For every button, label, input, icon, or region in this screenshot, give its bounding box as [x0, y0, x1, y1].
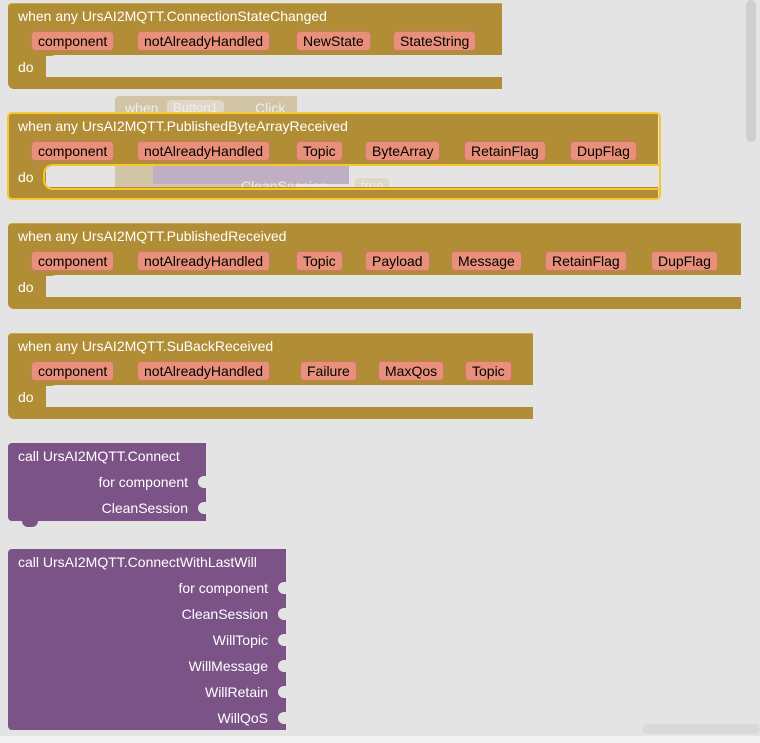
arg-will-topic: WillTopic	[212, 632, 268, 648]
arg-socket-clean-session[interactable]	[198, 502, 206, 514]
blocks-workspace[interactable]: when Button1 Click CleanSession true whe…	[0, 0, 760, 743]
arg-socket-clean-session[interactable]	[278, 608, 286, 620]
arg-will-qos: WillQoS	[217, 710, 268, 726]
horizontal-scrollbar[interactable]	[642, 724, 760, 734]
arg-socket-will-topic[interactable]	[278, 634, 286, 646]
param-not-already-handled[interactable]: notAlreadyHandled	[137, 361, 271, 381]
arg-socket-will-qos[interactable]	[278, 712, 286, 724]
param-component[interactable]: component	[31, 141, 115, 161]
workspace-bottom-edge	[0, 736, 760, 743]
param-max-qos[interactable]: MaxQos	[378, 361, 445, 381]
param-failure[interactable]: Failure	[300, 361, 357, 381]
param-dup-flag[interactable]: DupFlag	[651, 251, 718, 271]
param-payload[interactable]: Payload	[365, 251, 430, 271]
vertical-scrollbar[interactable]	[746, 0, 756, 142]
do-statement-slot[interactable]	[46, 165, 658, 187]
call-title: call UrsAI2MQTT.Connect	[18, 448, 180, 464]
arg-for-component: for component	[98, 474, 189, 490]
arg-socket-will-retain[interactable]	[278, 686, 286, 698]
param-component[interactable]: component	[31, 31, 115, 51]
arg-socket-will-message[interactable]	[278, 660, 286, 672]
event-title: when any UrsAI2MQTT.PublishedReceived	[18, 228, 287, 244]
do-label: do	[18, 389, 34, 405]
do-statement-slot[interactable]	[46, 55, 502, 77]
event-title: when any UrsAI2MQTT.PublishedByteArrayRe…	[18, 118, 348, 134]
param-topic[interactable]: Topic	[296, 251, 343, 271]
param-not-already-handled[interactable]: notAlreadyHandled	[137, 141, 271, 161]
arg-socket-for-component[interactable]	[278, 582, 286, 594]
arg-socket-for-component[interactable]	[198, 476, 206, 488]
do-statement-slot[interactable]	[46, 385, 533, 407]
event-title: when any UrsAI2MQTT.ConnectionStateChang…	[18, 8, 327, 24]
param-topic[interactable]: Topic	[465, 361, 512, 381]
param-byte-array[interactable]: ByteArray	[365, 141, 441, 161]
param-topic[interactable]: Topic	[296, 141, 343, 161]
param-retain-flag[interactable]: RetainFlag	[545, 251, 627, 271]
arg-for-component: for component	[178, 580, 269, 596]
do-label: do	[18, 169, 34, 185]
arg-clean-session: CleanSession	[101, 500, 188, 516]
param-dup-flag[interactable]: DupFlag	[570, 141, 637, 161]
do-label: do	[18, 279, 34, 295]
param-state-string[interactable]: StateString	[393, 31, 477, 51]
call-block-connect[interactable]: call UrsAI2MQTT.Connect for component Cl…	[8, 443, 206, 527]
event-title: when any UrsAI2MQTT.SuBackReceived	[18, 338, 274, 354]
do-statement-slot[interactable]	[46, 275, 741, 297]
call-title: call UrsAI2MQTT.ConnectWithLastWill	[18, 554, 257, 570]
arg-will-retain: WillRetain	[204, 684, 268, 700]
param-component[interactable]: component	[31, 361, 115, 381]
arg-will-message: WillMessage	[188, 658, 268, 674]
do-label: do	[18, 59, 34, 75]
param-new-state[interactable]: NewState	[296, 31, 371, 51]
param-retain-flag[interactable]: RetainFlag	[464, 141, 546, 161]
param-not-already-handled[interactable]: notAlreadyHandled	[137, 251, 271, 271]
arg-clean-session: CleanSession	[181, 606, 268, 622]
param-component[interactable]: component	[31, 251, 115, 271]
param-not-already-handled[interactable]: notAlreadyHandled	[137, 31, 271, 51]
param-message[interactable]: Message	[451, 251, 522, 271]
call-block-connect-with-last-will[interactable]: call UrsAI2MQTT.ConnectWithLastWill for …	[8, 549, 286, 730]
